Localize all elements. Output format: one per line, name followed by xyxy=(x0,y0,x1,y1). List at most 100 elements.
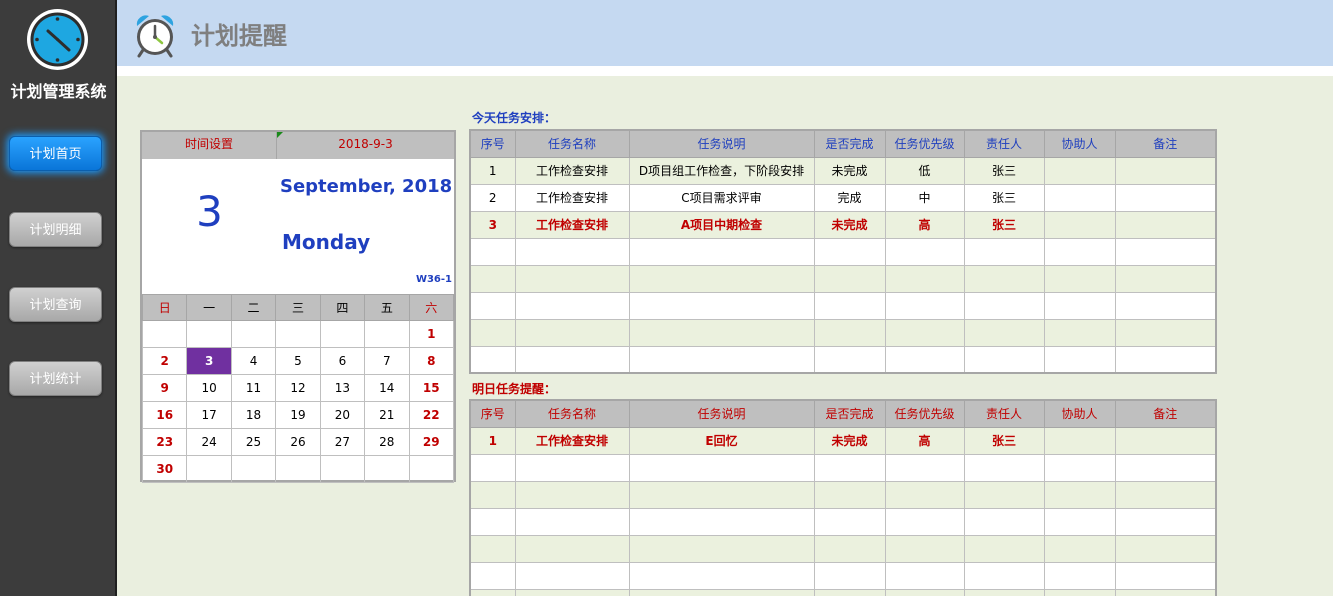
table-cell[interactable] xyxy=(628,480,815,509)
nav-query-button[interactable]: 计划查询 xyxy=(9,287,102,322)
table-cell[interactable]: E回忆 xyxy=(628,426,815,455)
table-cell[interactable] xyxy=(1114,453,1217,482)
table-cell[interactable] xyxy=(1043,291,1116,320)
nav-detail-button[interactable]: 计划明细 xyxy=(9,212,102,247)
calendar-day-cell[interactable]: 1 xyxy=(408,320,455,348)
calendar-day-cell[interactable]: 20 xyxy=(319,401,366,429)
table-cell[interactable] xyxy=(884,453,965,482)
calendar-day-cell[interactable]: 29 xyxy=(408,428,455,456)
table-cell[interactable] xyxy=(469,237,516,266)
table-cell[interactable] xyxy=(1043,345,1116,374)
table-cell[interactable] xyxy=(1043,237,1116,266)
table-cell[interactable] xyxy=(1114,507,1217,536)
table-cell[interactable] xyxy=(469,318,516,347)
table-cell[interactable] xyxy=(884,264,965,293)
table-cell[interactable]: 张三 xyxy=(963,210,1045,239)
table-cell[interactable] xyxy=(514,534,630,563)
table-cell[interactable] xyxy=(963,480,1045,509)
table-cell[interactable] xyxy=(884,588,965,596)
table-cell[interactable] xyxy=(963,588,1045,596)
table-cell[interactable] xyxy=(1114,345,1217,374)
table-cell[interactable] xyxy=(469,534,516,563)
table-cell[interactable]: 1 xyxy=(469,156,516,185)
table-cell[interactable] xyxy=(514,507,630,536)
table-cell[interactable] xyxy=(1043,210,1116,239)
table-cell[interactable] xyxy=(1114,291,1217,320)
table-cell[interactable] xyxy=(963,561,1045,590)
table-cell[interactable] xyxy=(628,345,815,374)
table-cell[interactable] xyxy=(628,453,815,482)
calendar-day-cell[interactable]: 13 xyxy=(319,374,366,402)
date-setting-value[interactable]: 2018-9-3 xyxy=(277,132,454,159)
calendar-day-cell[interactable]: 28 xyxy=(364,428,410,456)
table-cell[interactable] xyxy=(1043,426,1116,455)
calendar-day-cell[interactable]: 23 xyxy=(141,428,188,456)
table-cell[interactable] xyxy=(813,534,886,563)
table-row[interactable]: 3 工作检查安排 A项目中期检查 未完成高张三 xyxy=(469,210,1217,239)
table-row[interactable] xyxy=(469,264,1217,293)
table-cell[interactable]: 高 xyxy=(884,210,965,239)
table-cell[interactable]: 低 xyxy=(884,156,965,185)
table-cell[interactable] xyxy=(813,237,886,266)
table-cell[interactable] xyxy=(1043,588,1116,596)
table-cell[interactable] xyxy=(514,291,630,320)
table-cell[interactable] xyxy=(469,345,516,374)
table-cell[interactable] xyxy=(628,264,815,293)
table-cell[interactable] xyxy=(884,345,965,374)
table-cell[interactable] xyxy=(813,507,886,536)
table-cell[interactable] xyxy=(884,237,965,266)
table-cell[interactable] xyxy=(1043,318,1116,347)
calendar-day-cell[interactable]: 11 xyxy=(230,374,277,402)
table-cell[interactable]: D项目组工作检查，下阶段安排 xyxy=(628,156,815,185)
table-cell[interactable] xyxy=(469,507,516,536)
table-cell[interactable]: 张三 xyxy=(963,426,1045,455)
table-cell[interactable] xyxy=(514,264,630,293)
calendar-day-cell[interactable]: 6 xyxy=(319,347,366,375)
table-cell[interactable] xyxy=(884,534,965,563)
table-cell[interactable] xyxy=(1043,534,1116,563)
table-cell[interactable] xyxy=(628,588,815,596)
table-cell[interactable] xyxy=(1114,318,1217,347)
table-cell[interactable] xyxy=(628,291,815,320)
table-cell[interactable] xyxy=(963,264,1045,293)
table-cell[interactable] xyxy=(1114,210,1217,239)
table-cell[interactable] xyxy=(963,453,1045,482)
calendar-day-cell[interactable]: 4 xyxy=(230,347,277,375)
table-cell[interactable] xyxy=(813,588,886,596)
table-cell[interactable]: 未完成 xyxy=(813,426,886,455)
table-cell[interactable] xyxy=(963,507,1045,536)
table-row[interactable] xyxy=(469,561,1217,590)
table-cell[interactable] xyxy=(1043,156,1116,185)
table-cell[interactable] xyxy=(514,480,630,509)
table-cell[interactable] xyxy=(514,318,630,347)
table-cell[interactable] xyxy=(469,453,516,482)
table-cell[interactable] xyxy=(813,345,886,374)
table-row[interactable] xyxy=(469,237,1217,266)
table-cell[interactable] xyxy=(469,291,516,320)
table-cell[interactable] xyxy=(963,291,1045,320)
table-cell[interactable]: 未完成 xyxy=(813,210,886,239)
table-cell[interactable] xyxy=(1114,534,1217,563)
calendar-day-cell[interactable]: 8 xyxy=(408,347,455,375)
calendar-day-cell[interactable]: 17 xyxy=(186,401,232,429)
table-cell[interactable] xyxy=(1114,480,1217,509)
table-cell[interactable] xyxy=(628,318,815,347)
table-cell[interactable] xyxy=(1043,183,1116,212)
calendar-day-cell[interactable]: 9 xyxy=(141,374,188,402)
table-cell[interactable] xyxy=(1114,156,1217,185)
table-cell[interactable] xyxy=(884,480,965,509)
table-cell[interactable] xyxy=(963,534,1045,563)
table-cell[interactable] xyxy=(813,291,886,320)
calendar-day-cell[interactable]: 14 xyxy=(364,374,410,402)
calendar-day-cell[interactable]: 7 xyxy=(364,347,410,375)
table-cell[interactable] xyxy=(514,588,630,596)
table-cell[interactable] xyxy=(469,588,516,596)
table-cell[interactable] xyxy=(1043,480,1116,509)
table-cell[interactable] xyxy=(884,507,965,536)
calendar-day-cell[interactable]: 10 xyxy=(186,374,232,402)
table-cell[interactable]: 中 xyxy=(884,183,965,212)
nav-stats-button[interactable]: 计划统计 xyxy=(9,361,102,396)
calendar-day-cell[interactable]: 16 xyxy=(141,401,188,429)
table-cell[interactable] xyxy=(813,264,886,293)
calendar-day-cell[interactable]: 27 xyxy=(319,428,366,456)
